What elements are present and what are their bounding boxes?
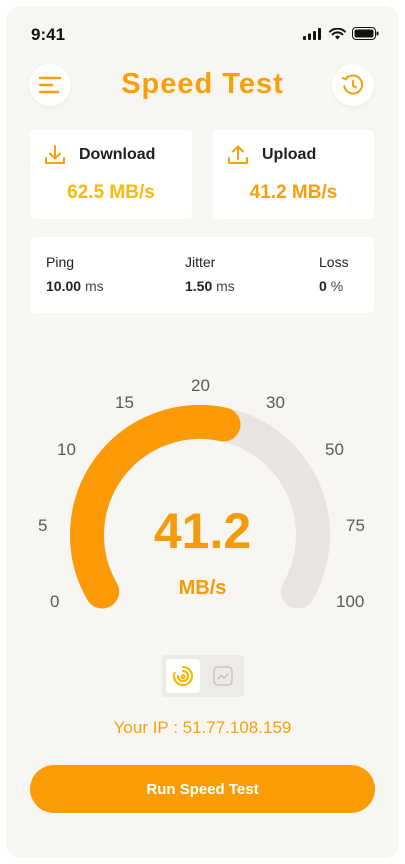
view-toggle xyxy=(162,655,244,697)
ping-label: Ping xyxy=(46,254,75,270)
chart-view-icon xyxy=(213,666,233,686)
stats-card: Ping 10.00 ms Jitter 1.50 ms Loss 0 % xyxy=(30,237,374,313)
upload-card: Upload 41.2 MB/s xyxy=(213,130,374,219)
battery-icon xyxy=(352,27,379,40)
loss-stat: Loss 0 % xyxy=(319,254,349,294)
ip-address: Your IP : 51.77.108.159 xyxy=(113,718,292,737)
download-icon xyxy=(45,145,65,164)
jitter-label: Jitter xyxy=(185,254,216,270)
chart-view-button[interactable] xyxy=(206,659,240,693)
upload-icon xyxy=(228,145,248,164)
ping-unit: ms xyxy=(84,278,104,294)
upload-value: 41.2 MB/s xyxy=(249,182,338,203)
loss-label: Loss xyxy=(319,254,349,270)
jitter-stat: Jitter 1.50 ms xyxy=(185,254,235,294)
gauge-label-15: 15 xyxy=(115,393,134,412)
signal-icon xyxy=(303,27,321,40)
history-icon xyxy=(342,74,364,95)
gauge-label-50: 50 xyxy=(325,440,344,459)
loss-value: 0 xyxy=(319,278,327,294)
run-speed-test-button[interactable]: Run Speed Test xyxy=(30,765,375,813)
ping-value: 10.00 xyxy=(46,278,82,294)
gauge-view-icon xyxy=(172,665,194,687)
ping-stat: Ping 10.00 ms xyxy=(46,254,104,294)
history-button[interactable] xyxy=(332,64,374,106)
gauge-view-button[interactable] xyxy=(166,659,200,693)
gauge-value: 41.2 xyxy=(153,503,252,559)
gauge-label-30: 30 xyxy=(266,393,285,412)
download-label: Download xyxy=(79,146,156,163)
wifi-icon xyxy=(329,27,346,39)
jitter-unit: ms xyxy=(216,278,235,294)
upload-label: Upload xyxy=(262,146,317,163)
gauge-label-10: 10 xyxy=(57,440,76,459)
loss-unit: % xyxy=(330,278,344,294)
jitter-value: 1.50 xyxy=(185,278,213,294)
download-card: Download 62.5 MB/s xyxy=(30,130,192,219)
status-icons xyxy=(303,27,379,40)
gauge-unit: MB/s xyxy=(178,577,227,599)
status-time: 9:41 xyxy=(31,25,66,44)
gauge-label-20: 20 xyxy=(191,376,210,395)
download-value: 62.5 MB/s xyxy=(67,182,155,203)
